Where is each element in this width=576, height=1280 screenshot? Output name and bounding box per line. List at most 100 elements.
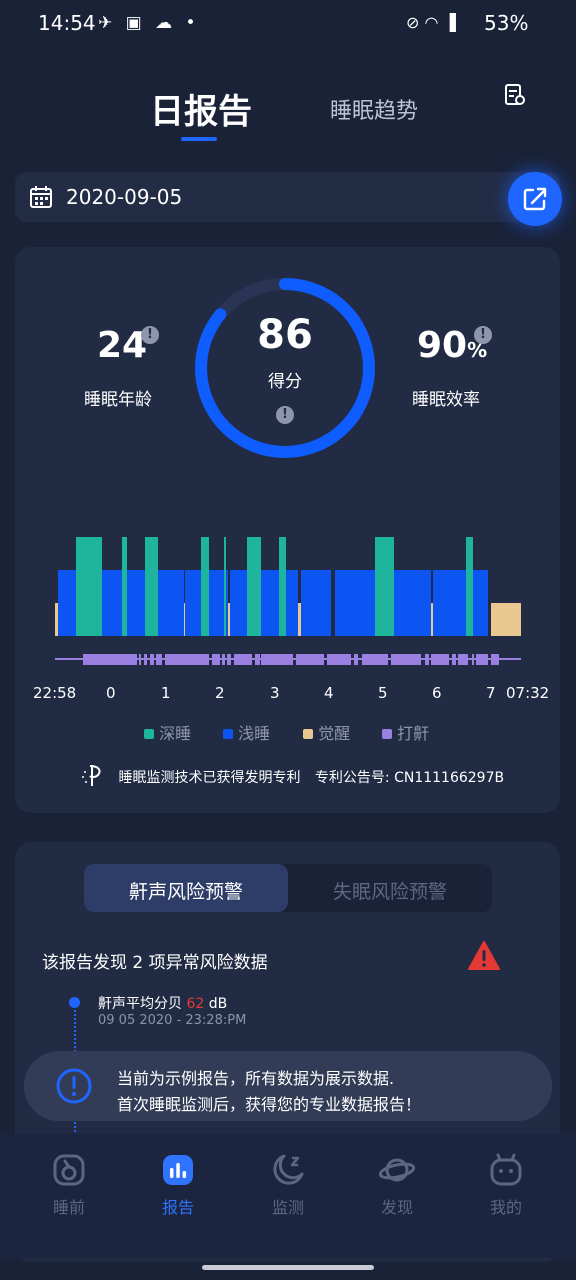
- patent-logo-icon: [82, 765, 101, 786]
- snore-segment: [458, 654, 468, 665]
- risk-item-title: 鼾声平均分贝 62 dB: [98, 993, 227, 1013]
- snore-segment: [165, 654, 209, 665]
- deep-sleep-segment: [224, 537, 226, 636]
- x-tick-0: 0: [106, 684, 116, 702]
- info-alert-icon: [56, 1068, 92, 1104]
- awake-segment: [55, 603, 58, 636]
- toast-line-2: 首次睡眠监测后，获得您的专业数据报告！: [117, 1095, 422, 1114]
- risk-item-value: 62: [186, 996, 205, 1012]
- sleep-age-info-icon[interactable]: !: [141, 326, 159, 344]
- deep-sleep-segment: [145, 537, 158, 636]
- snore-segment: [261, 654, 293, 665]
- report-doc-icon[interactable]: [504, 84, 526, 108]
- snore-segment: [391, 654, 421, 665]
- signal-icons: ⊘ ◠ ▐: [406, 13, 456, 32]
- report-chart-icon: [163, 1155, 193, 1185]
- efficiency-value: 90: [417, 325, 468, 366]
- deep-sleep-segment: [466, 537, 473, 636]
- efficiency-label: 睡眠效率: [412, 390, 480, 410]
- snore-segment: [227, 654, 231, 665]
- awake-segment: [491, 603, 521, 636]
- x-tick-6: 6: [432, 684, 442, 702]
- light-sleep-segment: [434, 570, 488, 636]
- awake-segment: [298, 603, 301, 636]
- nav-item-discover[interactable]: 发现: [342, 1152, 452, 1218]
- home-indicator[interactable]: [202, 1265, 374, 1270]
- report-date: 2020-09-05: [66, 185, 183, 209]
- legend-deep: 深睡: [144, 720, 191, 744]
- legend-deep-swatch: [144, 729, 154, 739]
- snore-segment: [139, 654, 141, 665]
- toast-line-1: 当前为示例报告，所有数据为展示数据.: [117, 1069, 395, 1088]
- patent-note: 睡眠监测技术已获得发明专利 专利公告号: CN111166297B: [80, 764, 504, 788]
- tab-sleep-trend[interactable]: 睡眠趋势: [330, 93, 418, 125]
- sleep-prep-icon: [53, 1154, 85, 1186]
- nav-label-report: 报告: [161, 1198, 194, 1217]
- tab-daily-report[interactable]: 日报告: [150, 84, 252, 133]
- deep-sleep-segment: [375, 537, 394, 636]
- share-icon: [523, 187, 547, 211]
- planet-discover-icon: [379, 1158, 415, 1182]
- patent-text: 睡眠监测技术已获得发明专利: [118, 770, 301, 786]
- profile-icon: [490, 1153, 522, 1186]
- x-tick-4: 4: [324, 684, 334, 702]
- deep-sleep-segment: [76, 537, 102, 636]
- efficiency-info-icon[interactable]: !: [474, 326, 492, 344]
- deep-sleep-segment: [122, 537, 127, 636]
- score-value: 86: [257, 312, 313, 358]
- risk-item-label: 鼾声平均分贝: [98, 996, 187, 1012]
- patent-number: 专利公告号: CN111166297B: [314, 770, 505, 786]
- deep-sleep-segment: [247, 537, 261, 636]
- legend-snore-swatch: [382, 729, 392, 739]
- snore-segment: [476, 654, 488, 665]
- legend-deep-label: 深睡: [159, 724, 192, 743]
- active-tab-indicator: [181, 137, 217, 141]
- deep-sleep-segment: [279, 537, 286, 636]
- share-button[interactable]: [508, 172, 562, 226]
- snore-segment: [354, 654, 358, 665]
- snore-segment: [452, 654, 456, 665]
- legend-awake: 觉醒: [303, 720, 350, 744]
- light-sleep-segment: [301, 570, 331, 636]
- nav-label-discover: 发现: [380, 1198, 413, 1217]
- tab-insomnia-risk[interactable]: 失眠风险预警: [288, 877, 492, 904]
- x-tick-7: 7: [486, 684, 496, 702]
- nav-label-monitor: 监测: [271, 1198, 304, 1217]
- snore-segment: [150, 654, 154, 665]
- light-sleep-segment: [230, 570, 298, 636]
- score-info-icon[interactable]: !: [276, 406, 294, 424]
- snore-segment: [255, 654, 260, 665]
- nav-item-before-sleep[interactable]: 睡前: [14, 1152, 124, 1218]
- legend-awake-swatch: [303, 729, 313, 739]
- status-time: 14:54: [38, 11, 96, 35]
- x-end-tick: 07:32: [506, 684, 550, 702]
- risk-item-unit: dB: [204, 996, 228, 1012]
- sleep-age-label: 睡眠年龄: [84, 390, 152, 410]
- tab-snore-risk[interactable]: 鼾声风险预警: [84, 877, 288, 904]
- notification-icons: ✈ ▣ ☁ •: [98, 13, 200, 33]
- nav-item-profile[interactable]: 我的: [451, 1152, 561, 1218]
- nav-item-monitor[interactable]: 监测: [233, 1152, 343, 1218]
- snore-segment: [491, 654, 499, 665]
- timeline-dot: [69, 997, 80, 1008]
- snore-segment: [296, 654, 324, 665]
- snore-segment: [362, 654, 388, 665]
- snore-segment: [472, 654, 474, 665]
- legend-snore: 打鼾: [382, 720, 429, 744]
- nav-item-report[interactable]: 报告: [123, 1152, 233, 1218]
- x-start-tick: 22:58: [33, 684, 77, 702]
- x-tick-2: 2: [215, 684, 225, 702]
- score-label: 得分: [268, 372, 302, 392]
- snore-segment: [222, 654, 225, 665]
- legend-light: 浅睡: [223, 720, 270, 744]
- calendar-icon: [30, 186, 52, 208]
- risk-item-time: 09 05 2020 - 23:28:PM: [98, 1013, 247, 1028]
- snore-segment: [431, 654, 449, 665]
- sleep-stage-chart: [55, 537, 521, 665]
- snore-segment: [327, 654, 351, 665]
- deep-sleep-segment: [201, 537, 209, 636]
- moon-monitor-icon: [273, 1154, 304, 1185]
- warning-triangle-icon: [468, 941, 500, 970]
- snore-segment: [83, 654, 137, 665]
- battery-level: 53%: [484, 11, 529, 35]
